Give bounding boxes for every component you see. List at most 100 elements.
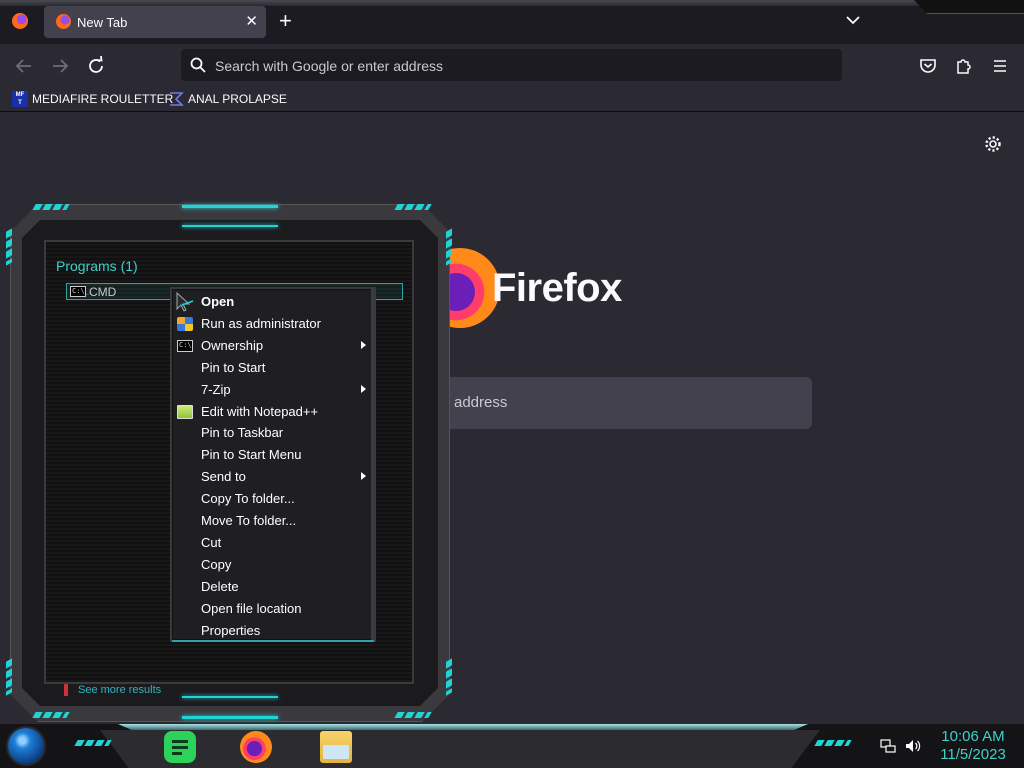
menu-item-label: Copy [201,557,232,572]
program-label: CMD [89,285,117,299]
menu-item-label: Pin to Start [201,360,266,375]
cmd-icon: C:\ [177,340,193,352]
gear-icon[interactable] [983,134,1003,154]
menu-item-run-as-administrator[interactable]: Run as administrator [172,313,372,335]
submenu-arrow-icon [361,472,366,480]
taskbar-accent [118,724,808,730]
tab-new-tab[interactable]: New Tab ✕ [44,6,266,38]
cmd-icon: C:\_ [70,286,89,297]
menu-item-label: Ownership [201,338,264,353]
menu-item-label: Open [201,294,235,309]
menu-item-delete[interactable]: Delete [172,576,372,598]
menu-item-label: Send to [201,469,246,484]
back-arrow-icon[interactable] [10,52,38,80]
menu-item-properties[interactable]: Properties [172,620,372,642]
menu-item-open-file-location[interactable]: Open file location [172,598,372,620]
taskbar-accent [74,740,112,746]
frame-accent [6,228,12,266]
notepadpp-icon [177,405,193,419]
firefox-wordmark: Firefox [492,266,622,310]
firefox-favicon-icon [56,14,71,29]
taskbar-notes-app-icon[interactable] [164,731,196,763]
menu-item-open[interactable]: Open [172,291,372,313]
system-clock[interactable]: 10:06 AM 11/5/2023 [930,728,1016,764]
uac-shield-icon [177,317,193,331]
network-icon[interactable] [880,738,896,754]
url-bar-placeholder: Search with Google or enter address [215,58,444,74]
frame-accent [394,204,432,210]
see-more-results-link[interactable]: See more results [64,684,161,696]
see-more-marker-icon [64,684,68,696]
menu-item-edit-with-notepadpp[interactable]: Edit with Notepad++ [172,401,372,423]
menu-item-label: Delete [201,579,239,594]
taskbar-firefox-icon[interactable] [240,731,272,763]
mediafire-bookmark-icon: MF T [12,91,28,107]
menu-item-label: Cut [201,535,222,550]
menu-item-move-to-folder[interactable]: Move To folder... [172,510,372,532]
taskbar-file-explorer-icon[interactable] [320,731,352,763]
frame-accent [394,712,432,718]
new-tab-button[interactable]: + [279,8,292,34]
submenu-arrow-icon [361,341,366,349]
tab-strip: New Tab ✕ + [0,0,1024,44]
menu-item-label: Pin to Start Menu [201,447,302,462]
newtab-search-placeholder: address [454,394,508,411]
menu-item-label: Edit with Notepad++ [201,404,319,419]
newtab-search-box[interactable]: address [440,377,812,429]
forward-arrow-icon[interactable] [46,52,74,80]
taskbar-bezel [100,730,820,768]
menu-item-send-to[interactable]: Send to [172,466,372,488]
cursor-icon [176,291,194,312]
frame-accent [182,696,278,698]
see-more-label: See more results [78,684,162,696]
tab-close-icon[interactable]: ✕ [245,12,258,30]
frame-accent [32,204,70,210]
sigma-bookmark-icon [170,92,184,106]
search-icon [190,57,206,73]
taskbar-accent [814,740,852,746]
bookmark-label: ANAL PROLAPSE [188,92,287,106]
menu-item-label: Copy To folder... [201,491,295,506]
taskbar [0,724,1024,768]
menu-item-copy[interactable]: Copy [172,554,372,576]
menu-item-7-zip[interactable]: 7-Zip [172,379,372,401]
bookmark-mediafire-rouletter[interactable]: MF T MEDIAFIRE ROULETTER [12,90,173,108]
reload-icon[interactable] [82,52,110,80]
window-decoration [914,0,1024,14]
extensions-puzzle-icon[interactable] [950,52,978,80]
bookmarks-toolbar: MF T MEDIAFIRE ROULETTER ANAL PROLAPSE [0,86,1024,112]
menu-item-label: Pin to Taskbar [201,425,284,440]
frame-accent [446,228,452,266]
frame-accent [6,658,12,696]
frame-accent [182,225,278,227]
start-button[interactable] [8,728,44,764]
bookmark-label: MEDIAFIRE ROULETTER [32,92,174,106]
clock-time: 10:06 AM [941,728,1005,745]
url-bar[interactable]: Search with Google or enter address [181,49,842,81]
frame-accent [446,658,452,696]
pocket-icon[interactable] [914,52,942,80]
menu-item-ownership[interactable]: C:\ Ownership [172,335,372,357]
menu-item-cut[interactable]: Cut [172,532,372,554]
list-all-tabs-chevron-icon[interactable] [844,11,862,29]
clock-date: 11/5/2023 [940,746,1006,763]
bookmark-anal-prolapse[interactable]: ANAL PROLAPSE [168,90,287,108]
frame-accent [182,716,278,719]
frame-accent [182,205,278,208]
programs-group-header[interactable]: Programs (1) [56,258,138,274]
app-menu-hamburger-icon[interactable] [986,52,1014,80]
menu-item-pin-to-taskbar[interactable]: Pin to Taskbar [172,422,372,444]
frame-accent [32,712,70,718]
context-menu: Open Run as administrator C:\ Ownership … [170,287,376,642]
tab-title: New Tab [77,15,128,30]
menu-item-pin-to-start-menu[interactable]: Pin to Start Menu [172,444,372,466]
menu-item-label: Move To folder... [201,513,297,528]
menu-item-label: Run as administrator [201,316,321,331]
submenu-arrow-icon [361,385,366,393]
menu-item-label: Properties [201,623,261,638]
menu-item-pin-to-start[interactable]: Pin to Start [172,357,372,379]
menu-item-label: 7-Zip [201,382,231,397]
menu-item-copy-to-folder[interactable]: Copy To folder... [172,488,372,510]
firefox-view-icon[interactable] [12,13,28,29]
volume-icon[interactable] [904,738,922,754]
